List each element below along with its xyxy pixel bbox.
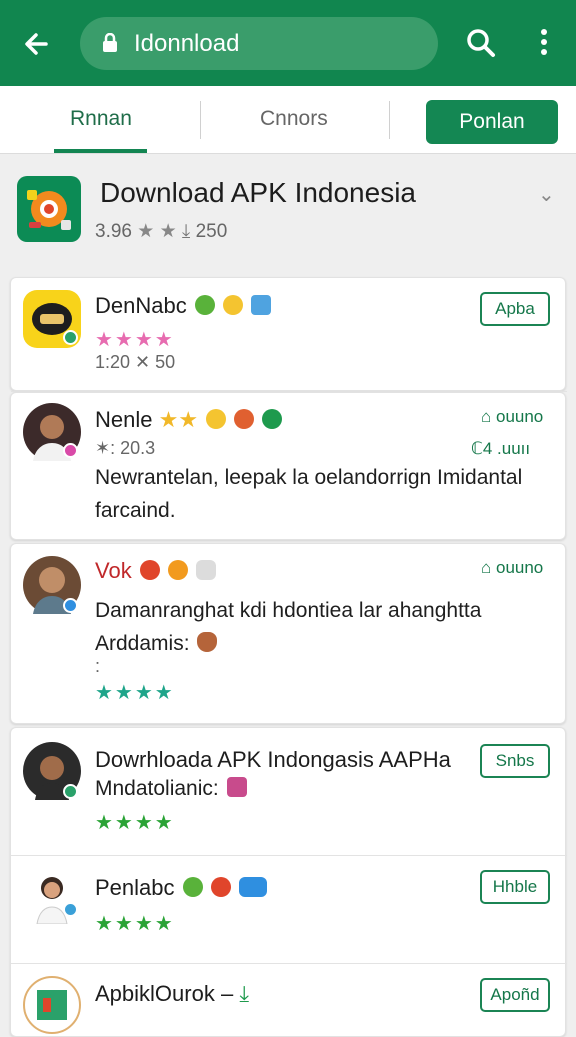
emoji-icon bbox=[210, 877, 231, 897]
rating-stars: ★★★★ bbox=[95, 913, 175, 935]
tab-divider bbox=[200, 101, 201, 139]
rating-stars: ★★★★ bbox=[95, 329, 175, 351]
install-button[interactable]: Apoñd bbox=[480, 978, 550, 1012]
emoji-icon bbox=[194, 295, 215, 315]
app-name: Dowrhloada APK Indongasis AAPHa bbox=[95, 747, 451, 772]
lock-icon bbox=[103, 33, 117, 52]
emoji-icon bbox=[196, 560, 217, 580]
install-button[interactable]: Hhble bbox=[480, 870, 550, 904]
emoji-icon bbox=[197, 632, 218, 652]
rating-value: 3.96 bbox=[95, 221, 132, 242]
status-badge bbox=[63, 443, 78, 458]
emoji-icon bbox=[222, 295, 243, 315]
app-meta: ✶: 20.3 bbox=[95, 438, 156, 458]
header-meta: 3.96 ★ ★ ⤓ 250 bbox=[95, 220, 227, 243]
tab-divider bbox=[389, 101, 390, 139]
tab-ponlan-button[interactable]: Ponlan bbox=[426, 100, 558, 144]
install-button[interactable]: Apba bbox=[480, 292, 550, 326]
verified-badge bbox=[63, 330, 78, 345]
more-vert-icon[interactable] bbox=[540, 28, 548, 58]
app-meta: 1:20 ✕ 50 bbox=[95, 352, 176, 372]
app-meta: : bbox=[95, 656, 101, 676]
url-text: Idonnload bbox=[134, 30, 240, 57]
download-link[interactable]: ⌂ ouuno bbox=[481, 407, 543, 427]
emoji-icon bbox=[238, 877, 267, 897]
page-title: Download APK Indonesia bbox=[100, 177, 416, 208]
app-card[interactable]: Nenle ★★ ✶: 20.3 Newrantelan, leepak la … bbox=[10, 392, 566, 540]
star-icon: ★★ bbox=[158, 407, 199, 432]
emoji-icon bbox=[234, 409, 255, 429]
download-size: ℂ4 .uuıı bbox=[471, 439, 531, 458]
verified-badge bbox=[63, 598, 78, 613]
rating-stars: ★★★★ bbox=[95, 812, 175, 834]
app-name: Nenle ★★ bbox=[95, 407, 283, 433]
tab-rnnan[interactable]: Rnnan bbox=[70, 107, 132, 131]
emoji-icon bbox=[226, 777, 247, 797]
app-icon bbox=[23, 976, 81, 1034]
tab-bar: Rnnan Cnnors Ponlan bbox=[0, 86, 576, 154]
chevron-down-icon[interactable]: ⌄ bbox=[538, 182, 558, 206]
emoji-icon bbox=[139, 560, 160, 580]
top-app-bar: Idonnload bbox=[0, 0, 576, 86]
download-count: 250 bbox=[195, 221, 228, 242]
divider bbox=[11, 855, 567, 856]
rating-stars: ★★★★ bbox=[95, 682, 175, 704]
app-icon bbox=[17, 176, 81, 242]
app-card[interactable]: DenNabc ★★★★ 1:20 ✕ 50 Apba bbox=[10, 277, 567, 392]
app-name: Penlabc bbox=[95, 875, 267, 901]
app-card[interactable]: Dowrhloada APK Indongasis AAPHa Mndatoli… bbox=[10, 727, 567, 1037]
url-bar[interactable]: Idonnload bbox=[80, 17, 438, 70]
search-icon[interactable] bbox=[466, 28, 496, 58]
emoji-icon bbox=[262, 409, 283, 429]
app-name: Vok bbox=[95, 558, 217, 584]
emoji-icon bbox=[167, 560, 188, 580]
app-description: Mndatolianic: bbox=[95, 772, 247, 805]
tab-cnnors[interactable]: Cnnors bbox=[260, 107, 328, 131]
download-link[interactable]: ⌂ ouuno bbox=[481, 558, 543, 578]
install-button[interactable]: Snbs bbox=[480, 744, 550, 778]
divider bbox=[11, 963, 567, 964]
app-name: ApbiklOurok – ⤓ bbox=[95, 981, 250, 1006]
status-badge bbox=[63, 902, 78, 917]
emoji-icon bbox=[182, 877, 203, 897]
star-icon: ★ ★ bbox=[137, 221, 177, 242]
download-icon: ⤓ bbox=[239, 981, 250, 1006]
app-name: DenNabc bbox=[95, 293, 272, 319]
app-card[interactable]: Vok Damanranghat kdi hdontiea lar ahangh… bbox=[10, 543, 566, 724]
emoji-icon bbox=[206, 409, 227, 429]
emoji-icon bbox=[251, 295, 272, 315]
app-description: Newrantelan, leepak la oelandorrign Imid… bbox=[95, 466, 523, 522]
download-icon: ⤓ bbox=[181, 221, 196, 242]
featured-app-header[interactable]: Download APK Indonesia 3.96 ★ ★ ⤓ 250 ⌄ bbox=[0, 160, 576, 260]
app-description: Damanranghat kdi hdontiea lar ahanghtta … bbox=[95, 599, 482, 655]
back-arrow-icon[interactable] bbox=[18, 24, 58, 64]
verified-badge bbox=[63, 784, 78, 799]
active-tab-indicator bbox=[54, 149, 147, 153]
